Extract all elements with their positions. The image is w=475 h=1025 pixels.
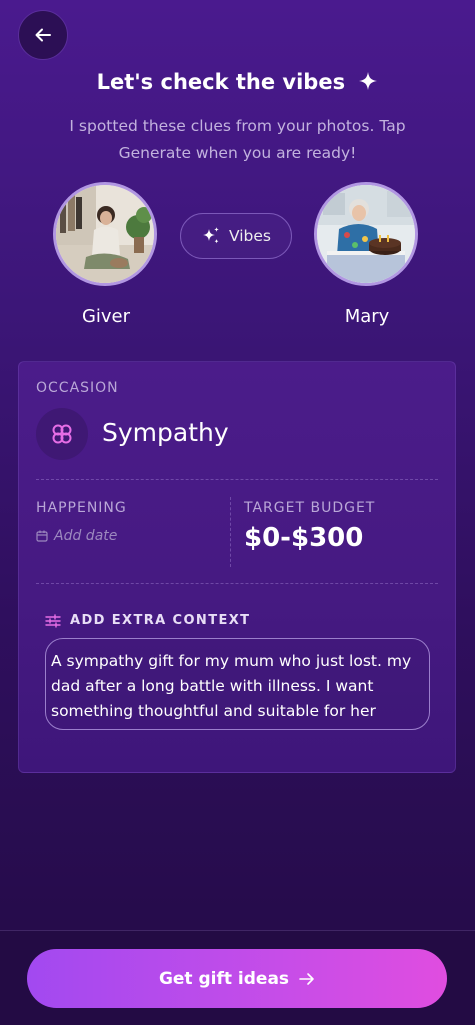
date-field[interactable]: Add date (36, 528, 117, 544)
arrow-right-icon (299, 972, 314, 985)
cta-label: Get gift ideas (158, 968, 290, 989)
happening-label: HAPPENING (36, 500, 127, 516)
divider (36, 479, 438, 480)
page-title: Let's check the vibes (0, 70, 475, 94)
calendar-icon (36, 530, 48, 542)
context-textarea[interactable]: A sympathy gift for my mum who just lost… (45, 638, 430, 730)
date-placeholder: Add date (54, 528, 118, 544)
sliders-icon (45, 613, 61, 628)
recipient-name: Mary (344, 306, 390, 327)
occasion-value[interactable]: Sympathy (102, 418, 229, 447)
page-subtitle: I spotted these clues from your photos. … (69, 117, 406, 162)
back-button[interactable] (18, 10, 68, 60)
budget-value[interactable]: $0-$300 (244, 523, 363, 553)
flower-knot-icon (52, 424, 72, 444)
vibes-label: Vibes (228, 227, 272, 245)
sparkles-icon (202, 227, 219, 244)
budget-label: TARGET BUDGET (244, 500, 376, 516)
vibes-button[interactable]: Vibes (180, 213, 292, 259)
giver-photo (56, 185, 154, 283)
divider-vertical (230, 497, 231, 567)
occasion-icon-badge[interactable] (36, 408, 88, 460)
divider (36, 583, 438, 584)
occasion-label: OCCASION (36, 380, 119, 396)
giver-name: Giver (81, 306, 131, 327)
get-gift-ideas-button[interactable]: Get gift ideas (27, 949, 447, 1008)
recipient-avatar[interactable] (314, 182, 418, 286)
gift-details-card: OCCASION Sympathy HAPPENING Add date TAR… (18, 361, 456, 773)
recipient-photo (317, 185, 415, 283)
context-label: ADD EXTRA CONTEXT (45, 613, 250, 628)
arrow-left-icon (35, 28, 51, 42)
sparkle-icon (359, 72, 378, 90)
giver-avatar[interactable] (53, 182, 157, 286)
